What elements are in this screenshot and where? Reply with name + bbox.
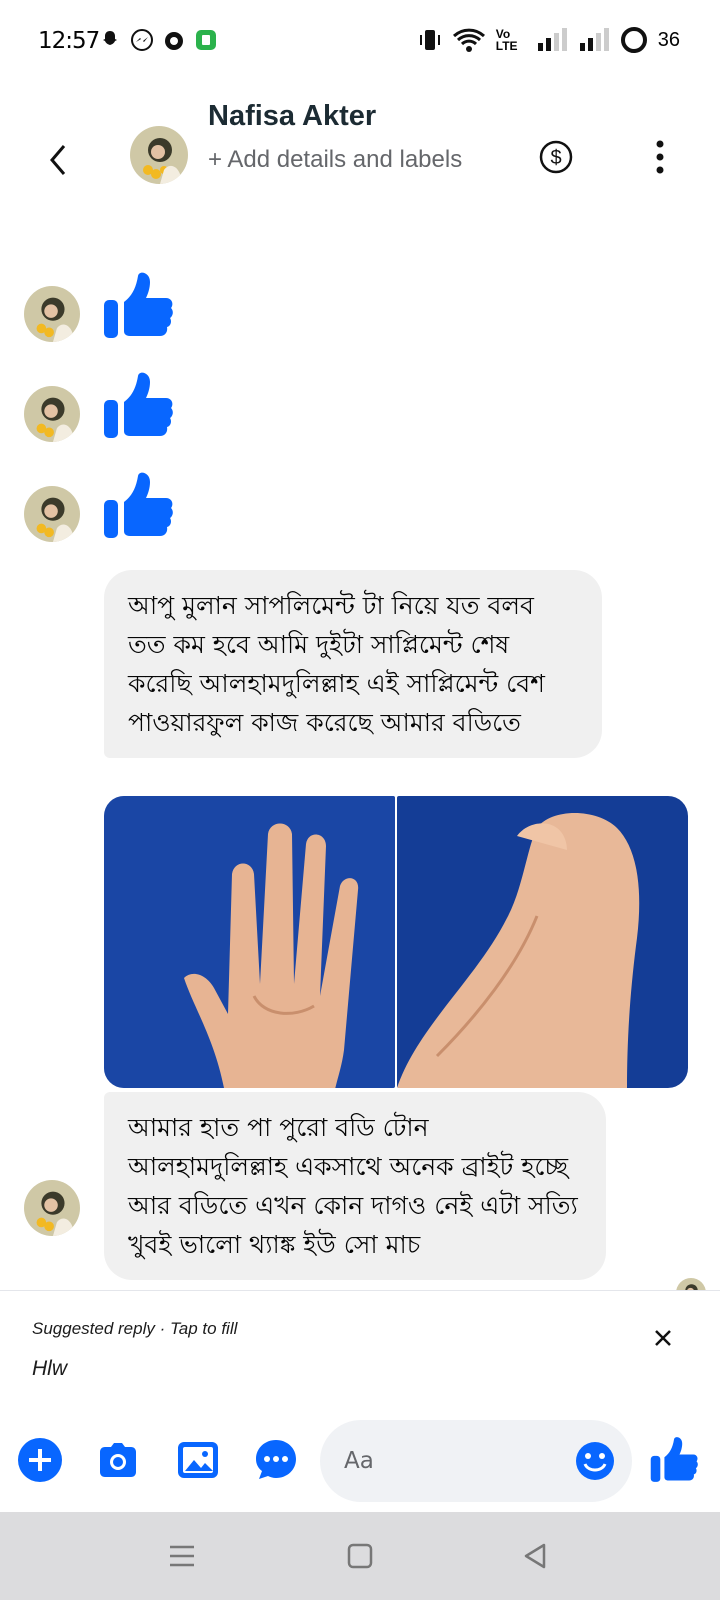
svg-text:$: $ xyxy=(550,147,561,169)
suggested-reply-text[interactable]: Hlw xyxy=(32,1357,67,1381)
smiley-icon xyxy=(576,1442,614,1480)
photo-message xyxy=(104,796,688,1088)
gallery-button[interactable] xyxy=(174,1436,222,1484)
thumbs-up-icon xyxy=(104,472,173,538)
chat-bubble-dots-icon xyxy=(256,1440,296,1479)
like-message[interactable] xyxy=(100,468,176,544)
signal-icon-2 xyxy=(579,28,609,51)
square-icon xyxy=(347,1543,373,1569)
battery-icon xyxy=(620,27,647,53)
contact-name[interactable]: Nafisa Akter xyxy=(208,100,376,133)
app-notification-icon xyxy=(162,28,186,52)
camera-button[interactable] xyxy=(94,1436,142,1484)
calculator-icon xyxy=(194,28,218,52)
more-vertical-icon xyxy=(656,140,664,174)
message-text: আপু মুলান সাপলিমেন্ট টা নিয়ে যত বলব তত … xyxy=(128,591,545,737)
hand-photo[interactable] xyxy=(104,796,395,1088)
home-button[interactable] xyxy=(342,1538,378,1574)
system-nav-bar xyxy=(0,1512,720,1600)
chat-header: Nafisa Akter + Add details and labels $ xyxy=(0,80,720,230)
message-bubble[interactable]: আপু মুলান সাপলিমেন্ট টা নিয়ে যত বলব তত … xyxy=(104,570,602,758)
thumbs-up-icon xyxy=(104,272,173,338)
notification-icons xyxy=(98,28,218,52)
like-message[interactable] xyxy=(100,268,176,344)
triangle-back-icon xyxy=(524,1543,546,1569)
plus-icon xyxy=(18,1438,62,1482)
sender-avatar[interactable] xyxy=(24,386,80,442)
status-time: 12:57 xyxy=(38,28,100,54)
suggested-reply-panel: Suggested reply · Tap to fill Hlw xyxy=(0,1290,720,1410)
battery-level: 36 xyxy=(657,28,680,51)
message-placeholder: Aa xyxy=(344,1448,374,1474)
payment-button[interactable]: $ xyxy=(538,139,574,175)
status-right: Vo LTE 36 xyxy=(418,26,680,54)
contact-avatar[interactable] xyxy=(130,126,188,184)
foot-photo[interactable] xyxy=(397,796,688,1088)
image-icon xyxy=(178,1442,218,1478)
camera-icon xyxy=(100,1443,136,1477)
message-input[interactable]: Aa xyxy=(320,1420,632,1502)
add-button[interactable] xyxy=(16,1436,64,1484)
thumbs-up-icon xyxy=(104,372,173,438)
dollar-icon: $ xyxy=(539,140,573,174)
add-details-link[interactable]: + Add details and labels xyxy=(208,138,508,182)
more-apps-button[interactable] xyxy=(252,1436,300,1484)
thumbs-up-icon xyxy=(650,1437,698,1482)
message-bubble[interactable]: আমার হাত পা পুরো বডি টোন আলহামদুলিল্লাহ … xyxy=(104,1092,606,1280)
sender-avatar[interactable] xyxy=(24,1180,80,1236)
messenger-icon xyxy=(130,28,154,52)
close-suggestion-button[interactable] xyxy=(650,1325,676,1351)
chevron-left-icon xyxy=(50,145,66,175)
message-text: আমার হাত পা পুরো বডি টোন আলহামদুলিল্লাহ … xyxy=(128,1113,578,1259)
status-bar: 12:57 Vo LTE 36 xyxy=(0,0,720,80)
like-message[interactable] xyxy=(100,368,176,444)
vibrate-icon xyxy=(419,30,440,50)
network-type: Vo LTE xyxy=(495,27,518,53)
recent-apps-button[interactable] xyxy=(164,1538,200,1574)
sender-avatar[interactable] xyxy=(24,486,80,542)
close-icon xyxy=(655,1330,671,1346)
emoji-button[interactable] xyxy=(574,1440,616,1482)
wifi-icon xyxy=(452,28,485,52)
signal-icon xyxy=(537,28,567,51)
send-like-button[interactable] xyxy=(648,1434,700,1486)
menu-icon xyxy=(170,1545,194,1567)
snapchat-icon xyxy=(98,28,122,52)
composer-bar: Aa xyxy=(0,1410,720,1512)
sender-avatar[interactable] xyxy=(24,286,80,342)
more-options-button[interactable] xyxy=(650,138,670,178)
back-button[interactable] xyxy=(40,138,76,182)
suggested-reply-label: Suggested reply · Tap to fill xyxy=(32,1319,238,1338)
back-nav-button[interactable] xyxy=(518,1538,554,1574)
